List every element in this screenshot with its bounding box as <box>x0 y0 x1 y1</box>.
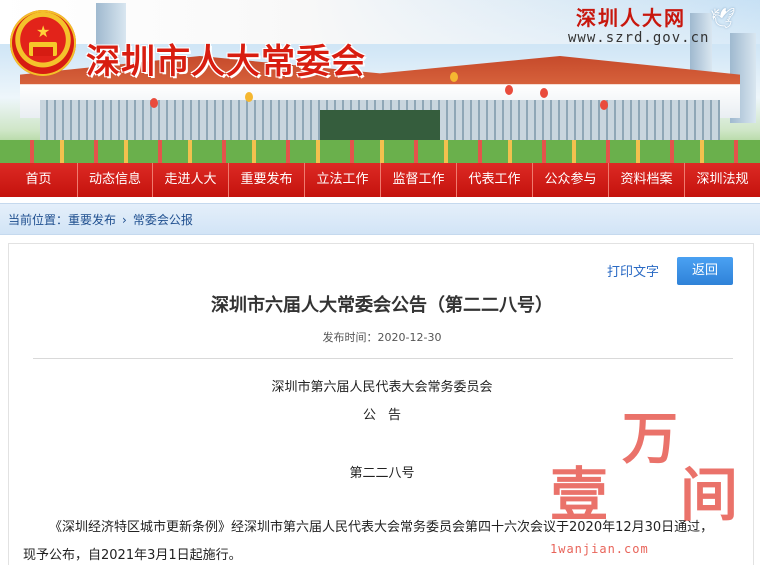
balloon <box>505 85 513 95</box>
issuer: 深圳市第六届人民代表大会常务委员会 <box>271 380 493 395</box>
print-link[interactable]: 打印文字 <box>607 261 659 280</box>
nav-item-regulations[interactable]: 深圳法规 <box>685 163 760 197</box>
breadcrumb-prefix: 当前位置： <box>8 213 69 227</box>
article-body: 《深圳经济特区城市更新条例》经深圳市第六届人民代表大会常务委员会第四十六次会议于… <box>23 520 714 563</box>
balloon <box>245 92 253 102</box>
nav-item-supervision[interactable]: 监督工作 <box>381 163 457 197</box>
main-nav: 首页 动态信息 走进人大 重要发布 立法工作 监督工作 代表工作 公众参与 资料… <box>0 163 760 197</box>
balloon <box>540 88 548 98</box>
breadcrumb-releases[interactable]: 重要发布 <box>68 213 116 227</box>
header-banner: ★ 深圳市人大常委会 深圳人大网 www.szrd.gov.cn 🕊 <box>0 0 760 163</box>
brand-url[interactable]: www.szrd.gov.cn <box>568 30 709 46</box>
dove-icon: 🕊 <box>710 6 736 30</box>
balloon <box>600 100 608 110</box>
back-button[interactable]: 返回 <box>677 257 733 285</box>
nav-item-news[interactable]: 动态信息 <box>78 163 153 197</box>
notice-heading: 公告 <box>362 408 413 423</box>
star-icon: ★ <box>36 22 51 41</box>
civic-center-entrance <box>320 110 440 140</box>
breadcrumb-separator: › <box>122 213 127 227</box>
nav-item-deputies[interactable]: 代表工作 <box>457 163 533 197</box>
plaza-lawn <box>0 140 760 163</box>
balloon <box>450 72 458 82</box>
publish-time: 发布时间：2020-12-30 <box>322 331 442 344</box>
site-title: 深圳市人大常委会 <box>86 42 366 82</box>
breadcrumb: 当前位置：重要发布 › 常委会公报 <box>0 203 760 235</box>
article-title: 深圳市六届人大常委会公告（第二二八号） <box>211 295 553 316</box>
breadcrumb-bulletin[interactable]: 常委会公报 <box>133 213 193 227</box>
balloon <box>150 98 158 108</box>
document-number: 第二二八号 <box>349 466 415 481</box>
nav-item-releases[interactable]: 重要发布 <box>229 163 305 197</box>
gate-icon <box>29 42 57 56</box>
nav-item-archives[interactable]: 资料档案 <box>609 163 685 197</box>
nav-item-legislation[interactable]: 立法工作 <box>305 163 381 197</box>
nav-item-home[interactable]: 首页 <box>0 163 78 197</box>
nav-item-public[interactable]: 公众参与 <box>533 163 609 197</box>
brand-name[interactable]: 深圳人大网 <box>576 2 686 31</box>
title-divider <box>33 358 733 359</box>
nav-item-about[interactable]: 走进人大 <box>153 163 229 197</box>
article-panel: 打印文字 返回 深圳市六届人大常委会公告（第二二八号） 发布时间：2020-12… <box>8 243 754 565</box>
national-emblem-icon: ★ <box>10 10 76 76</box>
